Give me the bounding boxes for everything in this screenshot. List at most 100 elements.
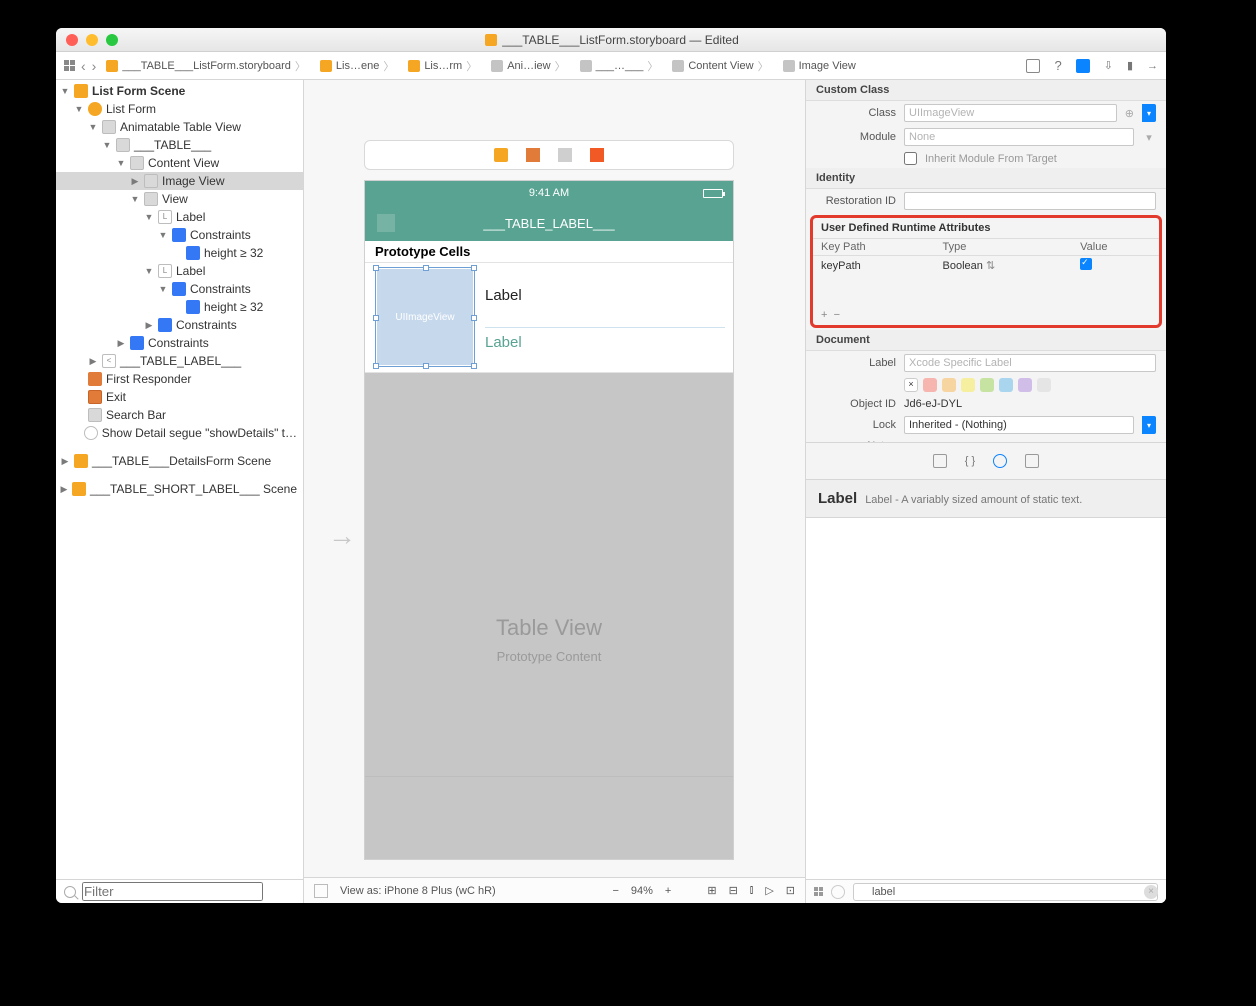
scene-header[interactable]: ▶___TABLE___DetailsForm Scene xyxy=(56,452,303,470)
prototype-cell[interactable]: UIImageView Label Label xyxy=(365,263,733,373)
grid-view-icon[interactable] xyxy=(814,887,823,896)
zoom-icon[interactable] xyxy=(106,34,118,46)
crumb-cell[interactable]: ___…___〉 xyxy=(576,58,663,74)
zoom-in-button[interactable]: + xyxy=(665,885,671,897)
outline-row[interactable]: ▼Animatable Table View xyxy=(56,118,303,136)
chevron-down-icon[interactable]: ▾ xyxy=(1142,416,1156,434)
jump-bar: ‹ › ___TABLE___ListForm.storyboard〉 Lis…… xyxy=(56,52,1166,80)
outline-row[interactable]: Show Detail segue "showDetails" t… xyxy=(56,424,303,442)
inspector-panel: Custom Class Class ⊕▾ Module ▾ Inherit M… xyxy=(806,80,1166,903)
outline-row[interactable]: height ≥ 32 xyxy=(56,244,303,262)
crumb-file[interactable]: ___TABLE___ListForm.storyboard〉 xyxy=(102,58,310,74)
scene-device: 9:41 AM ___TABLE_LABEL___ Prototype Cell… xyxy=(364,140,734,860)
library-filter-input[interactable] xyxy=(853,883,1158,901)
connections-inspector-icon[interactable]: → xyxy=(1147,60,1158,72)
cell-label-1[interactable]: Label xyxy=(485,287,522,304)
outline-row[interactable]: height ≥ 32 xyxy=(56,298,303,316)
module-field[interactable] xyxy=(904,128,1134,146)
canvas-footer: View as: iPhone 8 Plus (wC hR) − 94% + ⊞… xyxy=(304,877,805,903)
section-identity: Identity xyxy=(806,168,1166,189)
minimize-icon[interactable] xyxy=(86,34,98,46)
restoration-id-field[interactable] xyxy=(904,192,1156,210)
outline-row[interactable]: First Responder xyxy=(56,370,303,388)
outline-toggle-icon[interactable] xyxy=(314,884,328,898)
inherit-checkbox[interactable] xyxy=(904,152,917,165)
outline-row[interactable]: ▼___TABLE___ xyxy=(56,136,303,154)
file-inspector-icon[interactable] xyxy=(1026,59,1040,73)
outline-row[interactable]: ▼Constraints xyxy=(56,280,303,298)
outline-row[interactable]: ▼LLabel xyxy=(56,208,303,226)
crumb-vc[interactable]: Lis…rm〉 xyxy=(404,58,481,74)
related-items-icon[interactable] xyxy=(64,60,75,71)
search-icon xyxy=(64,886,76,898)
crumb-tableview[interactable]: Ani…iew〉 xyxy=(487,58,569,74)
phone-preview: 9:41 AM ___TABLE_LABEL___ Prototype Cell… xyxy=(364,180,734,860)
search-icon xyxy=(831,885,845,899)
remove-button[interactable]: − xyxy=(834,309,840,321)
align-icon[interactable]: ⊟ xyxy=(729,884,738,897)
class-field[interactable] xyxy=(904,104,1117,122)
stack-icon[interactable]: ⊡ xyxy=(786,884,795,897)
outline-row[interactable]: ▼LLabel xyxy=(56,262,303,280)
resolve-icon[interactable]: ▷ xyxy=(765,884,773,897)
exit-icon[interactable] xyxy=(558,148,572,162)
file-template-icon[interactable] xyxy=(933,454,947,468)
nav-bar: ___TABLE_LABEL___ xyxy=(365,205,733,241)
add-button[interactable]: + xyxy=(821,309,827,321)
outline-row[interactable]: ▼Content View xyxy=(56,154,303,172)
zoom-out-button[interactable]: − xyxy=(612,885,618,897)
library-tabs: { } xyxy=(806,442,1166,480)
size-inspector-icon[interactable]: ▮ xyxy=(1127,59,1133,72)
close-icon[interactable] xyxy=(66,34,78,46)
storyboard-ref-icon[interactable] xyxy=(590,148,604,162)
lock-select[interactable] xyxy=(904,416,1134,434)
chevron-down-icon[interactable]: ▾ xyxy=(1142,104,1156,122)
outline-row[interactable]: ▼List Form xyxy=(56,100,303,118)
scene-header[interactable]: ▶___TABLE_SHORT_LABEL___ Scene xyxy=(56,480,303,498)
crumb-scene[interactable]: Lis…ene〉 xyxy=(316,58,398,74)
library-description: LabelLabel - A variably sized amount of … xyxy=(806,480,1166,518)
outline-row[interactable]: Search Bar xyxy=(56,406,303,424)
outline-row[interactable]: ▶Constraints xyxy=(56,334,303,352)
inspector-tabs: ? ⇩ ▮ → xyxy=(1026,58,1158,73)
outline-row[interactable]: ▶Constraints xyxy=(56,316,303,334)
outline-row-selected[interactable]: ▶Image View xyxy=(56,172,303,190)
identity-inspector-icon[interactable] xyxy=(1076,59,1090,73)
media-library-icon[interactable] xyxy=(1025,454,1039,468)
runtime-attrs-table[interactable]: Key PathTypeValue keyPath Boolean ⇅ xyxy=(813,238,1159,307)
doc-label-field[interactable] xyxy=(904,354,1156,372)
code-snippet-icon[interactable]: { } xyxy=(965,455,975,467)
titlebar: ___TABLE___ListForm.storyboard — Edited xyxy=(56,28,1166,52)
zoom-label: 94% xyxy=(631,885,653,897)
forward-button[interactable]: › xyxy=(92,58,97,74)
clear-icon[interactable]: × xyxy=(1144,885,1158,899)
scene-dock[interactable] xyxy=(364,140,734,170)
first-responder-icon[interactable] xyxy=(526,148,540,162)
window-title: ___TABLE___ListForm.storyboard — Edited xyxy=(502,33,739,47)
canvas-stage[interactable]: → 9:41 AM ___TABLE_LABEL xyxy=(304,80,805,877)
pin-icon[interactable]: ⫾ xyxy=(750,884,754,897)
scene-header[interactable]: ▼List Form Scene xyxy=(56,82,303,100)
back-button[interactable]: ‹ xyxy=(81,58,86,74)
embed-icon[interactable]: ⊞ xyxy=(707,884,716,897)
outline-row[interactable]: ▶<___TABLE_LABEL___ xyxy=(56,352,303,370)
cell-label-2[interactable]: Label xyxy=(485,327,725,351)
help-inspector-icon[interactable]: ? xyxy=(1054,58,1061,73)
view-as-label[interactable]: View as: iPhone 8 Plus (wC hR) xyxy=(340,885,496,897)
document-outline: ▼List Form Scene ▼List Form ▼Animatable … xyxy=(56,80,304,903)
vc-icon[interactable] xyxy=(494,148,508,162)
object-id-value: Jd6-eJ-DYL xyxy=(904,398,962,410)
phone-bottom-separator xyxy=(365,776,733,777)
storyboard-file-icon xyxy=(485,34,497,46)
crumb-content[interactable]: Content View〉 xyxy=(668,58,772,74)
outline-row[interactable]: ▼Constraints xyxy=(56,226,303,244)
object-library-icon[interactable] xyxy=(993,454,1007,468)
outline-row[interactable]: ▼View xyxy=(56,190,303,208)
outline-row[interactable]: Exit xyxy=(56,388,303,406)
battery-icon xyxy=(703,189,723,198)
crumb-imageview[interactable]: Image View xyxy=(779,60,860,72)
color-swatches[interactable]: × xyxy=(806,375,1166,395)
outline-filter-input[interactable] xyxy=(82,882,263,901)
attributes-inspector-icon[interactable]: ⇩ xyxy=(1104,59,1113,72)
prototype-header: Prototype Cells xyxy=(365,241,733,263)
